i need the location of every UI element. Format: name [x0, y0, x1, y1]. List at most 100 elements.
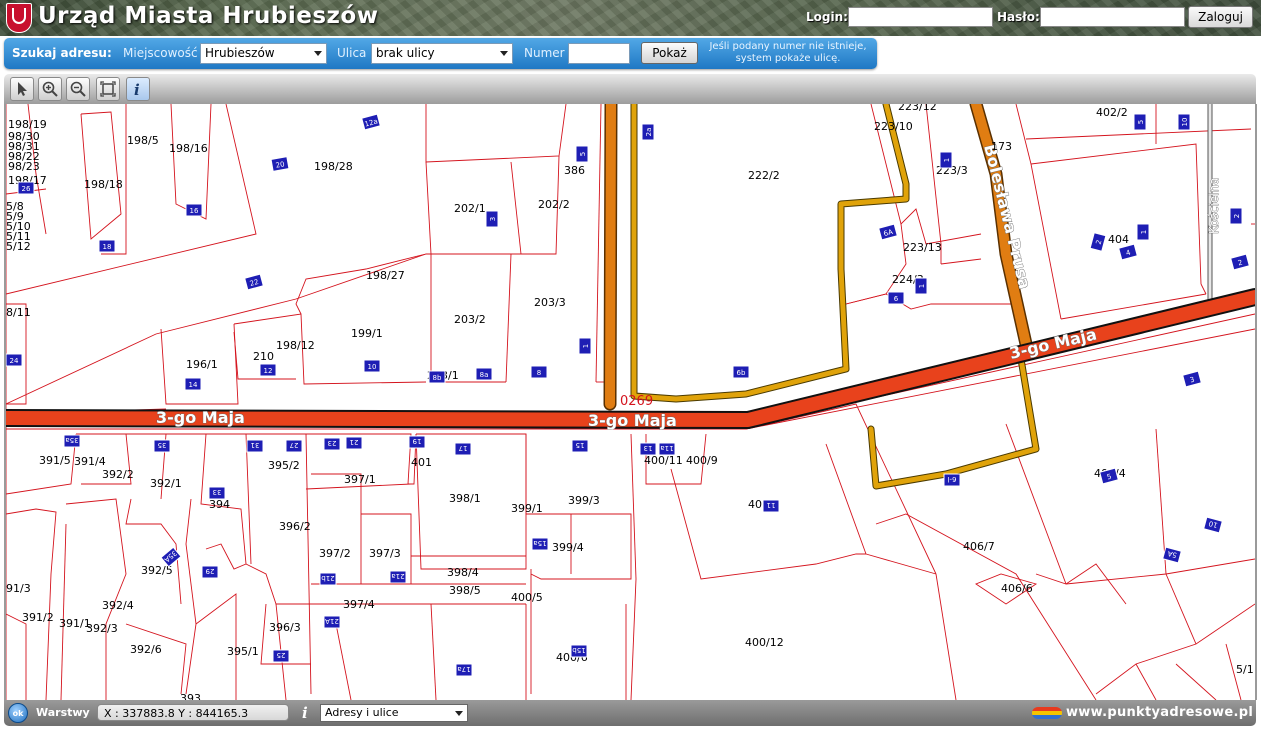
parcel-label: 399/3 — [568, 494, 600, 507]
parcel-label: 397/1 — [344, 473, 376, 486]
house-number-text: 25 — [277, 651, 286, 659]
house-number-marker: 15b — [570, 644, 588, 658]
zoom-in-icon[interactable] — [38, 77, 62, 101]
house-number-marker: 29 — [201, 565, 219, 579]
house-number-marker: 8a — [475, 367, 493, 381]
house-number-marker: 2a — [641, 123, 655, 141]
house-number-text: 8b — [433, 374, 442, 382]
house-number-text: 21a — [391, 572, 404, 580]
ok-button[interactable]: ok — [8, 703, 28, 723]
parcel-label: 398/1 — [449, 492, 481, 505]
house-number-text: 16 — [190, 207, 199, 215]
house-number-text: 6b — [737, 369, 746, 377]
house-number-text: 5 — [1137, 120, 1145, 124]
house-number-text: 10 — [368, 363, 377, 371]
parcel-label: 5/12 — [6, 240, 31, 253]
parcel-label: 203/2 — [454, 313, 486, 326]
cadastral-map[interactable]: 3-go Maja 3-go Maja 3-go Maja Bolesława … — [6, 104, 1255, 700]
login-button[interactable]: Zaloguj — [1188, 6, 1253, 28]
house-number-text: 3 — [489, 217, 497, 221]
parcel-label: 398/5 — [449, 584, 481, 597]
house-number-marker: 14 — [184, 377, 202, 391]
house-number-text: 15a — [533, 539, 546, 547]
parcel-label: 394 — [209, 498, 230, 511]
house-number-text: 10 — [1181, 118, 1189, 127]
house-number-marker: 12 — [259, 363, 277, 377]
layer-select[interactable]: Adresy i ulice — [320, 704, 468, 722]
house-number-marker: 10 — [363, 359, 381, 373]
parcel-label: 401 — [411, 456, 432, 469]
password-label: Hasło: — [997, 10, 1040, 24]
parcel-label: 398/4 — [447, 566, 479, 579]
full-extent-icon[interactable] — [96, 77, 120, 101]
house-number-text: 20 — [275, 160, 285, 169]
house-number-text: 6-l — [947, 475, 956, 483]
parcel-label: 391/4 — [74, 455, 106, 468]
city-select-value: Hrubieszów — [205, 46, 275, 60]
parcel-label: 391/2 — [22, 611, 54, 624]
zoom-out-icon[interactable] — [66, 77, 90, 101]
house-number-marker: 31 — [246, 439, 264, 453]
house-number-marker: 17 — [454, 442, 472, 456]
parcel-label: 202/1 — [454, 202, 486, 215]
house-number-marker: 4 — [1118, 243, 1138, 261]
street-label-koscielna: Kościelna — [1207, 178, 1221, 234]
house-number-text: 17 — [459, 444, 468, 452]
house-number-text: 26 — [22, 185, 31, 193]
show-button[interactable]: Pokaż — [641, 42, 698, 64]
layers-label[interactable]: Warstwy — [36, 706, 90, 719]
house-number-marker: 21 — [345, 436, 363, 450]
house-number-marker: 3 — [1182, 370, 1202, 388]
parcel-label: 395/1 — [227, 645, 259, 658]
parcel-label: 391/5 — [39, 454, 71, 467]
house-number-text: 23 — [328, 439, 337, 447]
login-input[interactable] — [848, 7, 993, 27]
info-icon: i — [302, 704, 308, 722]
pointer-icon[interactable] — [10, 77, 34, 101]
house-number-text: 11 — [767, 501, 776, 509]
parcel-label: 397/4 — [343, 598, 375, 611]
house-number-marker: 3 — [485, 210, 499, 228]
parcel-label: 198/27 — [366, 269, 405, 282]
house-number-text: 31 — [251, 441, 260, 449]
house-number-marker: 1 — [939, 151, 953, 169]
chevron-down-icon — [455, 711, 463, 716]
house-number-marker: 2 — [1229, 207, 1243, 225]
street-select[interactable]: brak ulicy — [371, 43, 513, 64]
parcel-label: 196/1 — [186, 358, 218, 371]
parcel-label: 223/10 — [874, 120, 913, 133]
parcel-label: 210 — [253, 350, 274, 363]
house-number-marker: 6-l — [943, 473, 961, 487]
house-number-marker: 20 — [270, 156, 290, 172]
parcel-label: 392/4 — [102, 599, 134, 612]
house-number-marker: 1 — [578, 337, 592, 355]
parcel-label: 402/2 — [1096, 106, 1128, 119]
city-select[interactable]: Hrubieszów — [200, 43, 327, 64]
house-number-text: 5 — [579, 152, 587, 156]
login-label: Login: — [806, 10, 848, 24]
house-number-marker: 15 — [571, 439, 589, 453]
house-number-text: 21A — [325, 617, 339, 625]
svg-text:i: i — [134, 81, 140, 97]
house-number-marker: 5 — [1133, 113, 1147, 131]
house-number-marker: 22 — [244, 273, 264, 291]
street-select-value: brak ulicy — [376, 46, 435, 60]
house-number-marker: 21a — [389, 570, 407, 584]
parcel-label: 173 — [991, 140, 1012, 153]
house-number-marker: 1 — [914, 277, 928, 295]
chevron-down-icon — [314, 51, 322, 56]
parcel-label: 198/12 — [276, 339, 315, 352]
house-number-marker: 21b — [319, 572, 337, 586]
street-label-3-go-maja: 3-go Maja — [588, 411, 677, 430]
house-number-marker: 11 — [762, 499, 780, 513]
password-input[interactable] — [1040, 7, 1185, 27]
house-number-marker: 25 — [272, 649, 290, 663]
parcel-label: 198/18 — [84, 178, 123, 191]
house-number-input[interactable] — [568, 43, 630, 64]
info-icon[interactable]: i — [126, 77, 150, 101]
house-number-marker: 18 — [98, 239, 116, 253]
city-label: Miejscowość — [123, 46, 198, 60]
layer-select-value: Adresy i ulice — [325, 706, 399, 719]
house-number-marker: 26 — [17, 181, 35, 195]
brand-link[interactable]: www.punktyadresowe.pl — [1066, 705, 1253, 720]
